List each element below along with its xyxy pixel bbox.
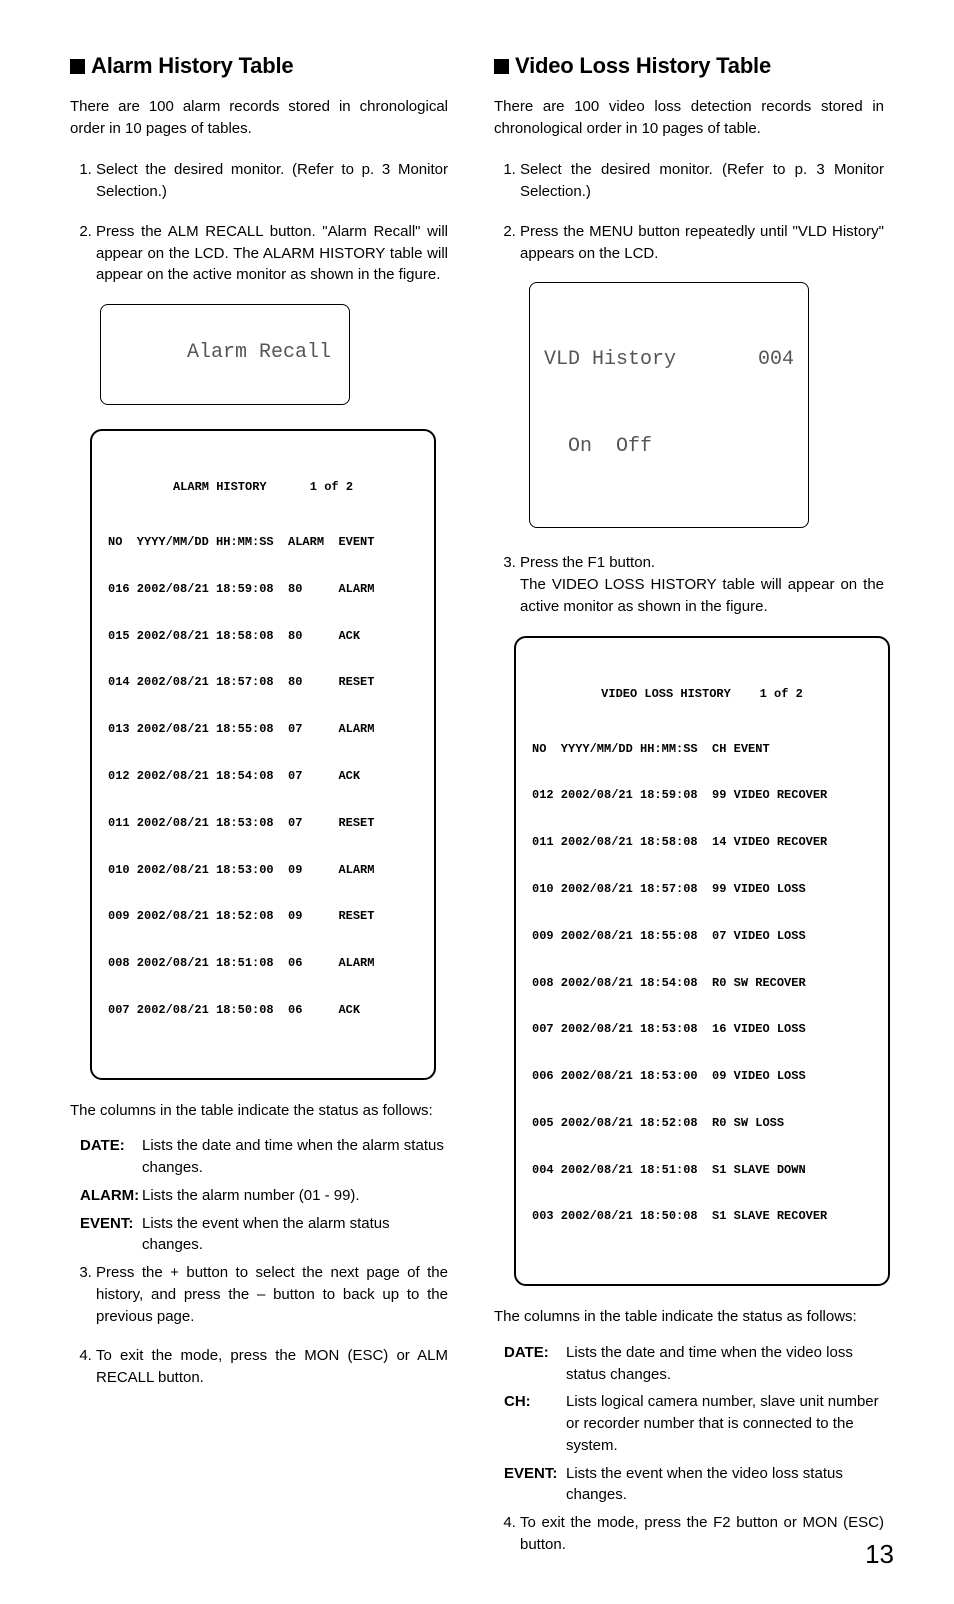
table-row: 014 2002/08/21 18:57:08 80 RESET bbox=[108, 675, 418, 691]
alarm-history-screen: ALARM HISTORY 1 of 2 NO YYYY/MM/DD HH:MM… bbox=[90, 429, 436, 1080]
def-term: EVENT: bbox=[80, 1213, 142, 1235]
columns-caption: The columns in the table indicate the st… bbox=[70, 1100, 448, 1122]
step-text: Press the F1 button. bbox=[520, 554, 655, 571]
def-event: EVENT: Lists the event when the alarm st… bbox=[80, 1213, 448, 1257]
step: Select the desired monitor. (Refer to p.… bbox=[520, 159, 884, 203]
step: To exit the mode, press the MON (ESC) or… bbox=[96, 1345, 448, 1389]
table-row: 007 2002/08/21 18:53:08 16 VIDEO LOSS bbox=[532, 1022, 872, 1038]
square-bullet-icon bbox=[70, 59, 85, 74]
video-loss-screen: VIDEO LOSS HISTORY 1 of 2 NO YYYY/MM/DD … bbox=[514, 636, 890, 1287]
screen-header: NO YYYY/MM/DD HH:MM:SS CH EVENT bbox=[532, 742, 872, 758]
table-row: 006 2002/08/21 18:53:00 09 VIDEO LOSS bbox=[532, 1069, 872, 1085]
def-desc: Lists the event when the alarm status ch… bbox=[142, 1213, 448, 1257]
alarm-history-heading: Alarm History Table bbox=[70, 50, 448, 82]
step-text: The VIDEO LOSS HISTORY table will appear… bbox=[520, 576, 884, 615]
heading-text: Video Loss History Table bbox=[515, 53, 771, 78]
table-row: 010 2002/08/21 18:53:00 09 ALARM bbox=[108, 863, 418, 879]
table-row: 009 2002/08/21 18:52:08 09 RESET bbox=[108, 909, 418, 925]
screen-title: VIDEO LOSS HISTORY 1 of 2 bbox=[532, 687, 872, 703]
heading-text: Alarm History Table bbox=[91, 53, 293, 78]
table-row: 015 2002/08/21 18:58:08 80 ACK bbox=[108, 629, 418, 645]
def-date: DATE: Lists the date and time when the v… bbox=[504, 1342, 884, 1386]
def-event: EVENT: Lists the event when the video lo… bbox=[504, 1463, 884, 1507]
screen-title: ALARM HISTORY 1 of 2 bbox=[108, 480, 418, 496]
def-term: DATE: bbox=[504, 1342, 566, 1364]
intro-left: There are 100 alarm records stored in ch… bbox=[70, 96, 448, 140]
steps-right-a: Select the desired monitor. (Refer to p.… bbox=[494, 159, 884, 264]
def-term: CH: bbox=[504, 1391, 566, 1413]
steps-right-c: To exit the mode, press the F2 button or… bbox=[494, 1512, 884, 1556]
manual-page: Alarm History Table There are 100 alarm … bbox=[0, 0, 954, 1604]
steps-right-b: Press the F1 button. The VIDEO LOSS HIST… bbox=[494, 552, 884, 617]
lcd-text: Alarm Recall bbox=[187, 341, 331, 364]
lcd-on-off: On Off bbox=[544, 432, 794, 461]
lcd-alarm-recall: Alarm Recall bbox=[100, 304, 350, 405]
steps-left-b: Press the + button to select the next pa… bbox=[70, 1262, 448, 1389]
def-term: ALARM: bbox=[80, 1185, 142, 1207]
lcd-row: VLD History 004 bbox=[544, 345, 794, 374]
definitions-right: DATE: Lists the date and time when the v… bbox=[494, 1342, 884, 1506]
table-row: 011 2002/08/21 18:58:08 14 VIDEO RECOVER bbox=[532, 835, 872, 851]
square-bullet-icon bbox=[494, 59, 509, 74]
columns-caption: The columns in the table indicate the st… bbox=[494, 1306, 884, 1328]
right-column: Video Loss History Table There are 100 v… bbox=[494, 50, 884, 1574]
def-term: DATE: bbox=[80, 1135, 142, 1157]
step: Press the ALM RECALL button. "Alarm Reca… bbox=[96, 221, 448, 286]
table-row: 008 2002/08/21 18:51:08 06 ALARM bbox=[108, 956, 418, 972]
table-row: 009 2002/08/21 18:55:08 07 VIDEO LOSS bbox=[532, 929, 872, 945]
lcd-vld-history: VLD History 004 On Off bbox=[529, 282, 809, 528]
step: Press the + button to select the next pa… bbox=[96, 1262, 448, 1327]
table-row: 007 2002/08/21 18:50:08 06 ACK bbox=[108, 1003, 418, 1019]
table-row: 013 2002/08/21 18:55:08 07 ALARM bbox=[108, 722, 418, 738]
left-column: Alarm History Table There are 100 alarm … bbox=[70, 50, 448, 1574]
table-row: 010 2002/08/21 18:57:08 99 VIDEO LOSS bbox=[532, 882, 872, 898]
table-row: 008 2002/08/21 18:54:08 R0 SW RECOVER bbox=[532, 976, 872, 992]
def-ch: CH: Lists logical camera number, slave u… bbox=[504, 1391, 884, 1456]
def-desc: Lists the date and time when the video l… bbox=[566, 1342, 884, 1386]
lcd-title: VLD History bbox=[544, 345, 676, 374]
table-row: 016 2002/08/21 18:59:08 80 ALARM bbox=[108, 582, 418, 598]
step: Select the desired monitor. (Refer to p.… bbox=[96, 159, 448, 203]
step: Press the F1 button. The VIDEO LOSS HIST… bbox=[520, 552, 884, 617]
def-desc: Lists the alarm number (01 - 99). bbox=[142, 1185, 448, 1207]
steps-left-a: Select the desired monitor. (Refer to p.… bbox=[70, 159, 448, 286]
table-row: 003 2002/08/21 18:50:08 S1 SLAVE RECOVER bbox=[532, 1209, 872, 1225]
page-number: 13 bbox=[865, 1536, 894, 1574]
def-alarm: ALARM: Lists the alarm number (01 - 99). bbox=[80, 1185, 448, 1207]
step: To exit the mode, press the F2 button or… bbox=[520, 1512, 884, 1556]
definitions-left: DATE: Lists the date and time when the a… bbox=[70, 1135, 448, 1256]
def-term: EVENT: bbox=[504, 1463, 566, 1485]
table-row: 005 2002/08/21 18:52:08 R0 SW LOSS bbox=[532, 1116, 872, 1132]
video-loss-heading: Video Loss History Table bbox=[494, 50, 884, 82]
step: Press the MENU button repeatedly until "… bbox=[520, 221, 884, 265]
screen-header: NO YYYY/MM/DD HH:MM:SS ALARM EVENT bbox=[108, 535, 418, 551]
def-date: DATE: Lists the date and time when the a… bbox=[80, 1135, 448, 1179]
table-row: 004 2002/08/21 18:51:08 S1 SLAVE DOWN bbox=[532, 1163, 872, 1179]
def-desc: Lists the event when the video loss stat… bbox=[566, 1463, 884, 1507]
intro-right: There are 100 video loss detection recor… bbox=[494, 96, 884, 140]
table-row: 011 2002/08/21 18:53:08 07 RESET bbox=[108, 816, 418, 832]
table-row: 012 2002/08/21 18:59:08 99 VIDEO RECOVER bbox=[532, 788, 872, 804]
def-desc: Lists the date and time when the alarm s… bbox=[142, 1135, 448, 1179]
def-desc: Lists logical camera number, slave unit … bbox=[566, 1391, 884, 1456]
lcd-number: 004 bbox=[758, 345, 794, 374]
table-row: 012 2002/08/21 18:54:08 07 ACK bbox=[108, 769, 418, 785]
